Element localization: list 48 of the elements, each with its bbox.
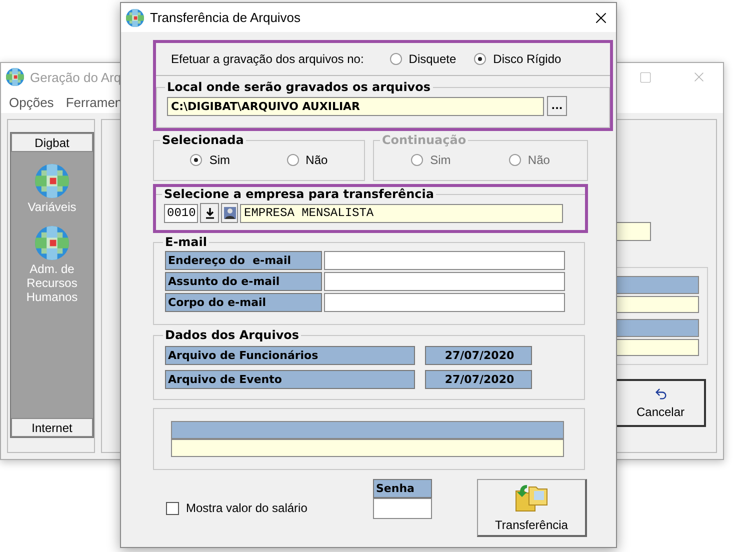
window-title: Geração do Arq xyxy=(30,70,122,84)
input-field[interactable] xyxy=(324,272,565,291)
grid-globe-icon xyxy=(35,226,69,260)
cancel-button[interactable]: Cancelar xyxy=(615,379,706,427)
field-label: Arquivo de Funcionários xyxy=(165,346,415,365)
path-field[interactable]: C:\DIGIBAT\ARQUIVO AUXILIAR xyxy=(167,96,544,116)
prompt-label: Efetuar a gravação dos arquivos no: xyxy=(171,52,364,66)
group-title: Local onde serão gravados os arquivos xyxy=(166,80,432,94)
group-title: E-mail xyxy=(164,235,208,249)
code-field[interactable]: 0010 xyxy=(164,204,198,222)
grid-globe-icon xyxy=(35,164,69,198)
browse-button[interactable]: ... xyxy=(547,96,567,116)
group-title: Selecione a empresa para transferência xyxy=(163,187,435,201)
group-title: Selecionada xyxy=(161,133,245,147)
radio-button[interactable] xyxy=(474,53,486,65)
input-field[interactable] xyxy=(324,293,565,312)
date-value: 27/07/2020 xyxy=(425,346,532,365)
radio-label[interactable]: Não xyxy=(306,153,328,167)
salary-checkbox[interactable]: Mostra valor do salário xyxy=(166,501,373,515)
date-value: 27/07/2020 xyxy=(425,370,532,389)
app-icon xyxy=(126,8,144,26)
password-label: Senha xyxy=(373,479,432,498)
menu-item[interactable]: Opções xyxy=(9,94,54,110)
download-button[interactable] xyxy=(200,203,219,223)
group-title: Dados dos Arquivos xyxy=(164,328,300,342)
field-label: Endereço do e-mail xyxy=(165,251,322,270)
input-field[interactable] xyxy=(324,251,565,270)
sidebar-header[interactable]: Digbat xyxy=(11,133,93,152)
transfer-button[interactable]: Transferência xyxy=(477,479,587,537)
radio-label[interactable]: Disco Rígido xyxy=(493,52,562,66)
radio-button[interactable] xyxy=(286,154,299,166)
app-icon xyxy=(6,68,24,86)
radio-button[interactable] xyxy=(390,53,402,65)
sidebar-footer[interactable]: Internet xyxy=(11,418,93,437)
password-field[interactable] xyxy=(373,498,432,519)
download-icon xyxy=(204,207,214,219)
radio-label[interactable]: Disquete xyxy=(408,52,456,66)
radio-label[interactable]: Sim xyxy=(209,153,230,167)
dialog-title: Transferência de Arquivos xyxy=(150,10,301,25)
field-label: Assunto do e-mail xyxy=(165,272,322,291)
folders-icon xyxy=(514,483,548,513)
company-name-field[interactable]: EMPRESA MENSALISTA xyxy=(240,204,563,222)
undo-icon xyxy=(654,387,668,401)
radio-button[interactable] xyxy=(190,154,202,166)
group-title: Continuação xyxy=(381,133,468,147)
field-label: Corpo do e-mail xyxy=(165,293,322,312)
person-icon[interactable] xyxy=(221,203,238,223)
field-label: Arquivo de Evento xyxy=(165,370,415,389)
